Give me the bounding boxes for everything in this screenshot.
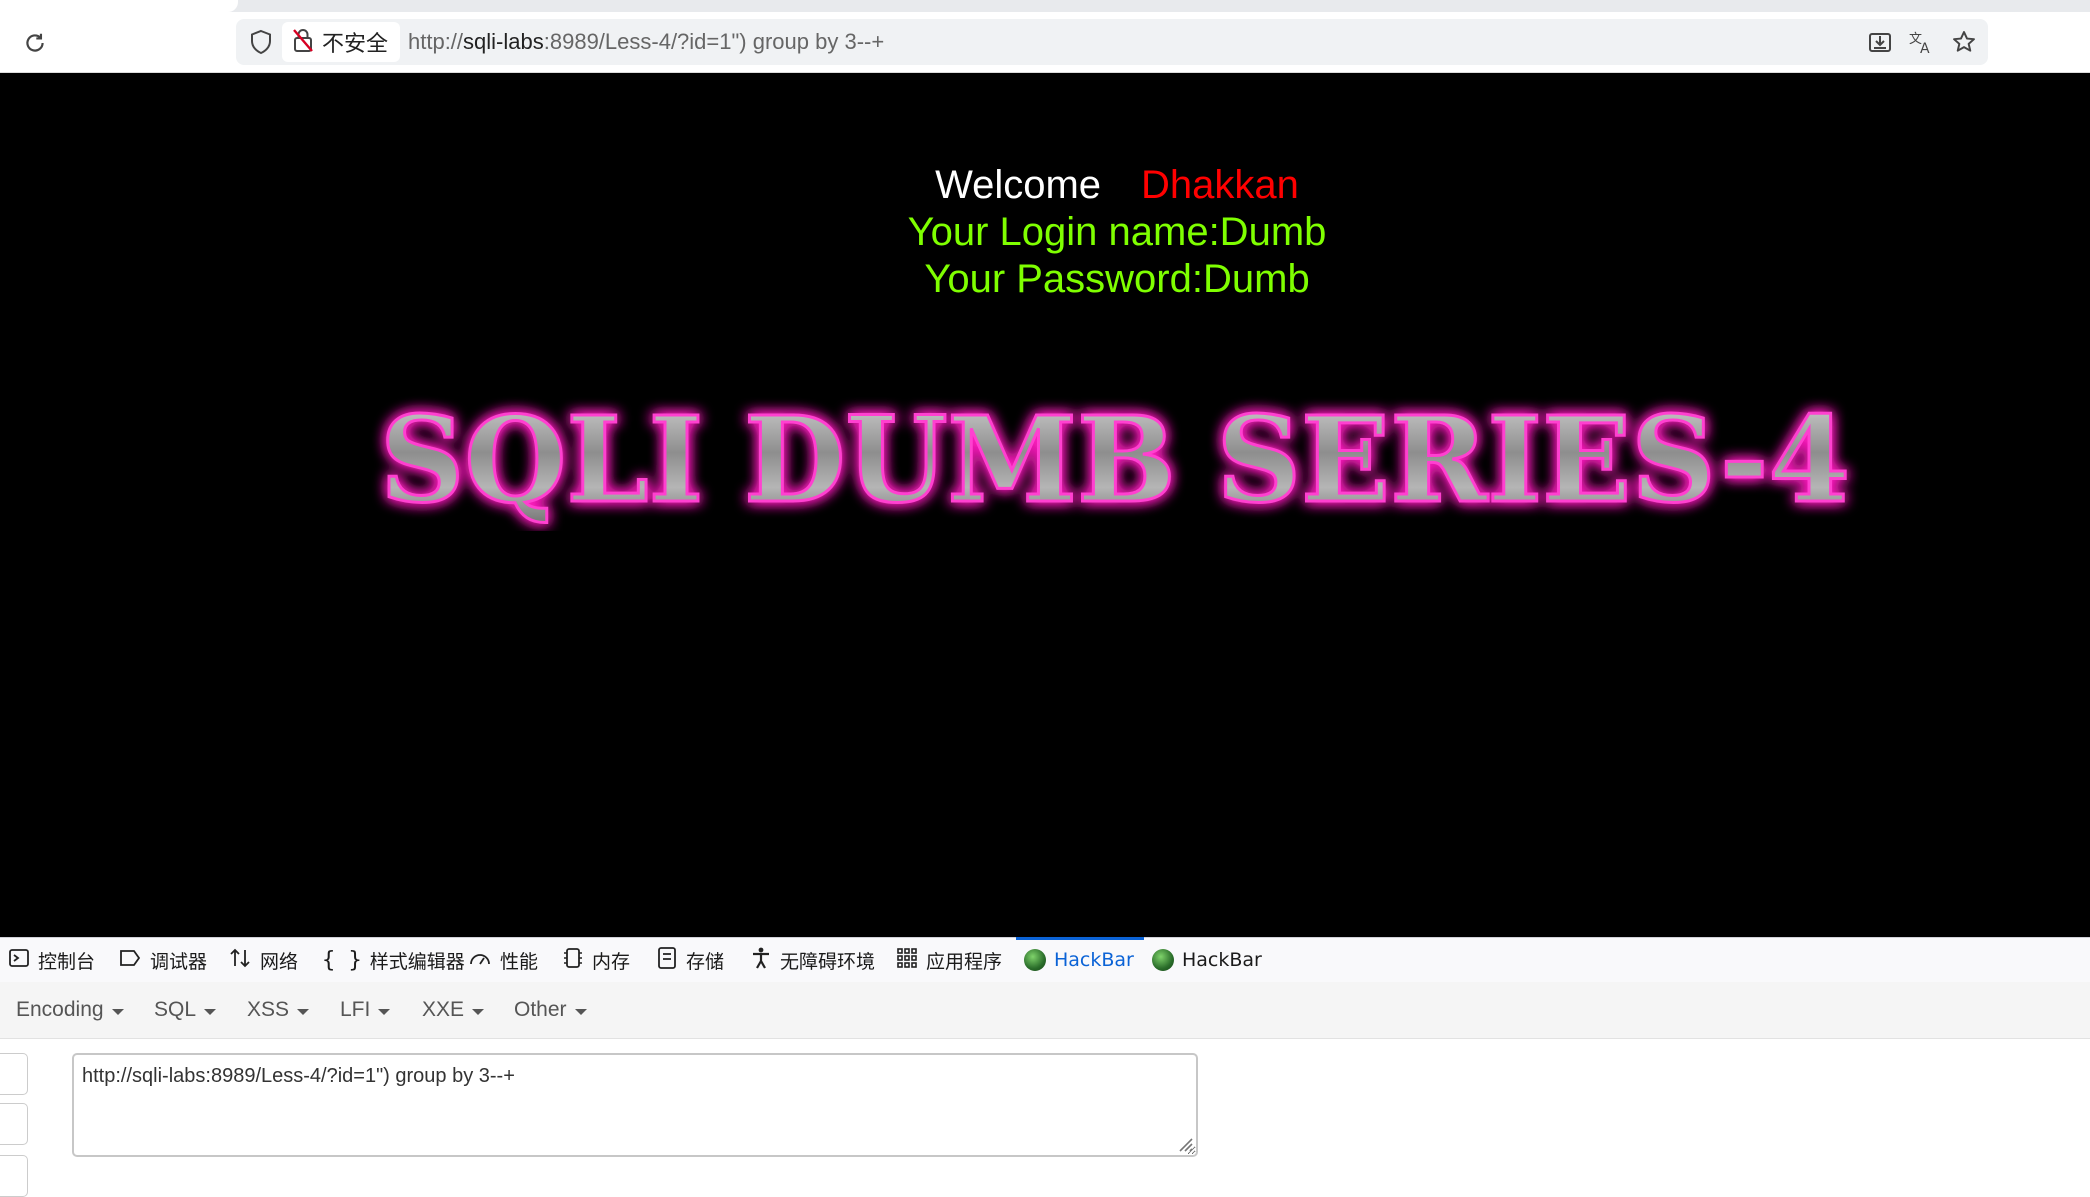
tab-hackbar[interactable]: HackBar xyxy=(1152,938,1262,982)
browser-toolbar: 不安全 http://sqli-labs:8989/Less-4/?id=1")… xyxy=(0,12,2090,73)
reload-icon[interactable] xyxy=(18,26,52,60)
hackbar-body: http://sqli-labs:8989/Less-4/?id=1") gro… xyxy=(0,1039,2090,1197)
tab-accessibility[interactable]: 无障碍环境 xyxy=(750,938,875,982)
tab-strip xyxy=(0,0,2090,12)
caret-down-icon xyxy=(204,1008,217,1015)
split-url-button[interactable] xyxy=(0,1103,28,1145)
welcome-text: Welcome xyxy=(935,163,1102,207)
tab-memory[interactable]: 内存 xyxy=(562,938,630,982)
caret-down-icon xyxy=(472,1008,485,1015)
caret-down-icon xyxy=(378,1008,391,1015)
welcome-line: Welcome Dhakkan xyxy=(0,163,2090,208)
banner-text: SQLI DUMB SERIES-4 xyxy=(380,391,1850,529)
network-icon xyxy=(228,946,252,975)
resize-grip-icon[interactable] xyxy=(1174,1133,1194,1153)
lfi-menu[interactable]: LFI xyxy=(340,982,391,1038)
tab-application[interactable]: 应用程序 xyxy=(896,938,1002,982)
password-result: Your Password:Dumb xyxy=(924,257,1310,301)
console-icon xyxy=(8,947,30,974)
xss-menu[interactable]: XSS xyxy=(247,982,310,1038)
address-bar-actions: 文A xyxy=(1864,26,1980,58)
url-host: sqli-labs xyxy=(463,29,544,54)
svg-text:A: A xyxy=(1920,41,1930,56)
security-label: 不安全 xyxy=(322,32,389,57)
translate-icon[interactable]: 文A xyxy=(1906,26,1938,58)
hackbar-toolbar: Encoding SQL XSS LFI XXE Other xyxy=(0,982,2090,1039)
storage-icon xyxy=(656,946,678,975)
hackbar-url-input[interactable]: http://sqli-labs:8989/Less-4/?id=1") gro… xyxy=(72,1053,1198,1157)
encoding-menu[interactable]: Encoding xyxy=(16,982,124,1038)
style-editor-icon: { } xyxy=(322,947,362,973)
login-name-result: Your Login name:Dumb xyxy=(907,210,1327,254)
security-indicator[interactable]: 不安全 xyxy=(282,22,401,62)
address-bar[interactable]: 不安全 http://sqli-labs:8989/Less-4/?id=1")… xyxy=(236,19,1988,65)
memory-icon xyxy=(562,946,584,975)
accessibility-icon xyxy=(750,946,772,975)
caret-down-icon xyxy=(111,1008,124,1015)
not-secure-lock-icon xyxy=(292,27,314,58)
tab-hackbar-active[interactable]: HackBar xyxy=(1016,937,1144,982)
devtools-tabbar: 控制台 调试器 网络 { } 样式编辑器 性能 内存 存储 无障碍环境 应用程序… xyxy=(0,937,2090,983)
xxe-menu[interactable]: XXE xyxy=(422,982,485,1038)
sqli-banner: SQLI DUMB SERIES-4 xyxy=(379,391,1852,531)
welcome-name: Dhakkan xyxy=(1141,163,1299,207)
load-url-button[interactable] xyxy=(0,1053,28,1095)
tab-storage[interactable]: 存储 xyxy=(656,938,724,982)
execute-button[interactable] xyxy=(0,1155,28,1197)
tab-console[interactable]: 控制台 xyxy=(8,938,95,982)
page-content: Welcome Dhakkan Your Login name:Dumb Your… xyxy=(0,73,2090,937)
shield-icon[interactable] xyxy=(246,27,276,57)
download-icon[interactable] xyxy=(1864,26,1896,58)
debugger-icon xyxy=(118,947,142,974)
star-icon[interactable] xyxy=(1948,26,1980,58)
tab-performance[interactable]: 性能 xyxy=(468,938,538,982)
application-icon xyxy=(896,947,918,974)
caret-down-icon xyxy=(297,1008,310,1015)
sql-menu[interactable]: SQL xyxy=(154,982,217,1038)
tab-style-editor[interactable]: { } 样式编辑器 xyxy=(322,938,465,982)
url-text[interactable]: http://sqli-labs:8989/Less-4/?id=1") gro… xyxy=(408,19,884,65)
performance-icon xyxy=(468,947,492,974)
active-tab[interactable] xyxy=(0,0,238,12)
tab-debugger[interactable]: 调试器 xyxy=(118,938,207,982)
caret-down-icon xyxy=(574,1008,587,1015)
hackbar-icon xyxy=(1024,949,1046,971)
tab-network[interactable]: 网络 xyxy=(228,938,298,982)
other-menu[interactable]: Other xyxy=(514,982,587,1038)
hackbar-icon xyxy=(1152,949,1174,971)
